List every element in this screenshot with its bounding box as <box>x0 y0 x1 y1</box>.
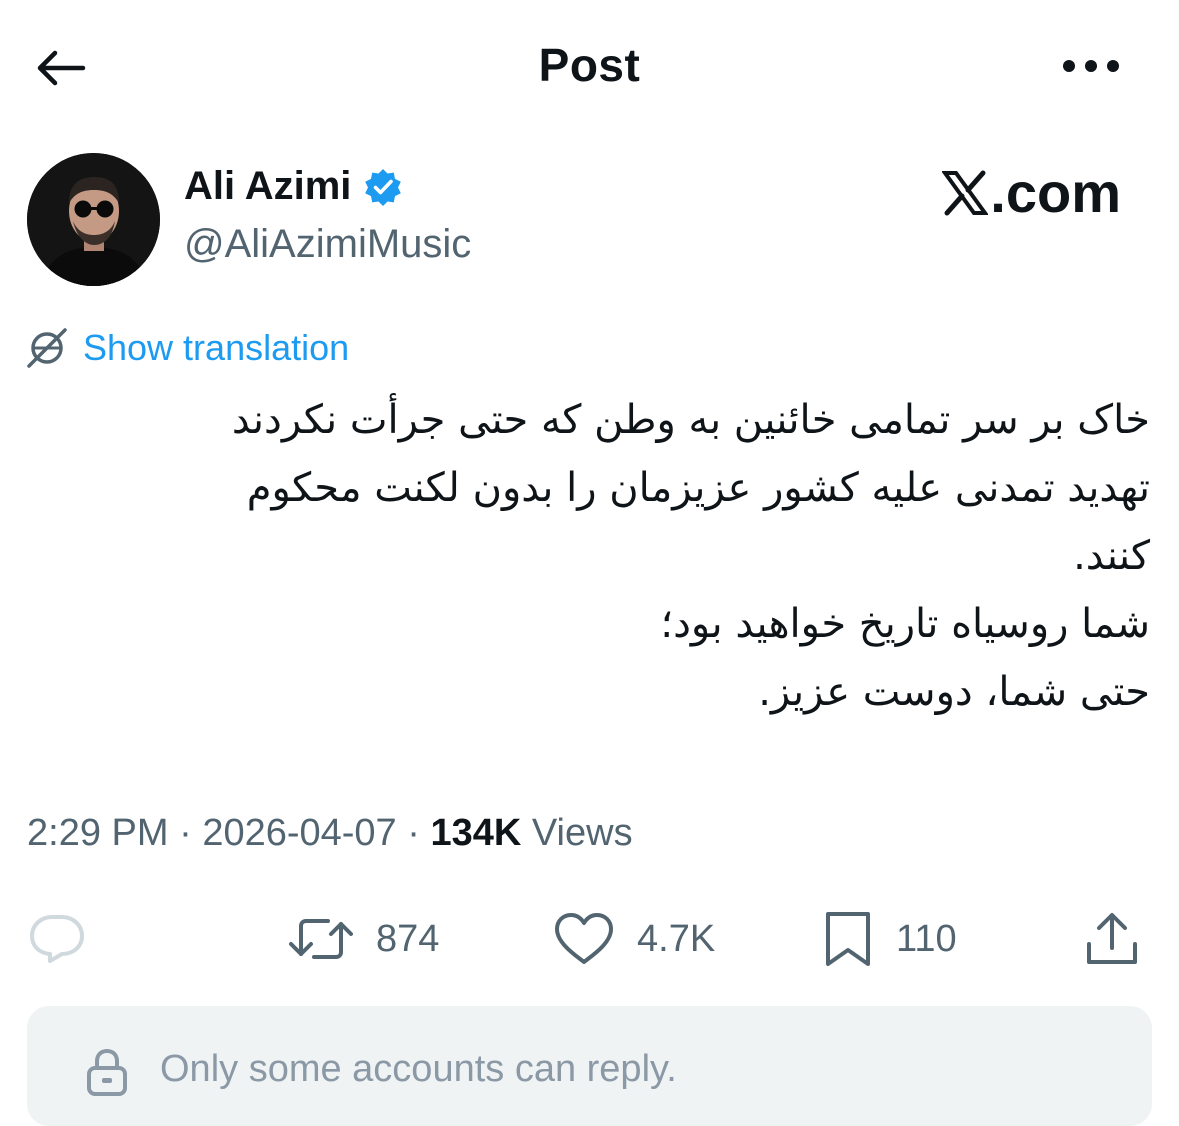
tweet-date[interactable]: 2026-04-07 <box>202 812 396 854</box>
bookmark-button[interactable]: 110 <box>822 904 957 974</box>
reply-restriction-banner: Only some accounts can reply. <box>27 1006 1152 1126</box>
views-label[interactable]: Views <box>532 812 633 854</box>
repost-count: 874 <box>376 917 440 960</box>
repost-button[interactable]: 874 <box>288 904 439 974</box>
repost-icon <box>289 919 353 959</box>
meta-separator: · <box>407 812 420 854</box>
watermark-text: .com <box>990 161 1121 224</box>
bookmark-count: 110 <box>896 917 957 960</box>
share-button[interactable] <box>1084 904 1140 974</box>
reply-button[interactable] <box>28 904 86 974</box>
tweet-text: خاک بر سر تمامی خائنین به وطن که حتی جرأ… <box>60 386 1150 726</box>
lock-icon <box>87 1048 127 1096</box>
author-name-text: Ali Azimi <box>184 164 352 208</box>
more-horizontal-icon <box>1063 60 1119 72</box>
page-title: Post <box>538 39 641 91</box>
views-count[interactable]: 134K <box>430 812 521 854</box>
reply-restriction-text: Only some accounts can reply. <box>160 1048 677 1090</box>
more-options-button[interactable] <box>1059 46 1123 86</box>
bookmark-icon <box>826 912 870 966</box>
meta-separator: · <box>179 812 192 854</box>
tweet-line: تهدید تمدنی علیه کشور عزیزمان را بدون لک… <box>246 465 1150 511</box>
site-watermark: .com <box>942 160 1121 225</box>
like-count: 4.7K <box>637 917 716 960</box>
share-icon <box>1087 913 1137 964</box>
author-name[interactable]: Ali Azimi <box>184 164 403 209</box>
verified-badge-icon <box>365 168 402 206</box>
heart-icon <box>555 913 613 964</box>
tweet-line: خاک بر سر تمامی خائنین به وطن که حتی جرأ… <box>231 397 1150 443</box>
x-logo-icon <box>942 170 989 215</box>
post-header: Post <box>0 0 1179 135</box>
avatar[interactable] <box>27 153 160 286</box>
reply-icon <box>30 915 84 963</box>
like-button[interactable]: 4.7K <box>553 904 715 974</box>
tweet-line: حتی شما، دوست عزیز. <box>758 669 1150 715</box>
tweet-line: کنند. <box>1073 533 1150 579</box>
avatar-image <box>27 153 160 286</box>
show-translation-link[interactable]: Show translation <box>25 326 349 370</box>
tweet-line: شما روسیاه تاریخ خواهید بود؛ <box>660 601 1150 647</box>
show-translation-label: Show translation <box>83 327 350 368</box>
tweet-meta: 2:29 PM · 2026-04-07 · 134K Views <box>27 812 633 855</box>
author-handle[interactable]: @AliAzimiMusic <box>184 222 471 267</box>
tweet-time[interactable]: 2:29 PM <box>27 812 169 854</box>
translate-icon <box>27 328 67 368</box>
